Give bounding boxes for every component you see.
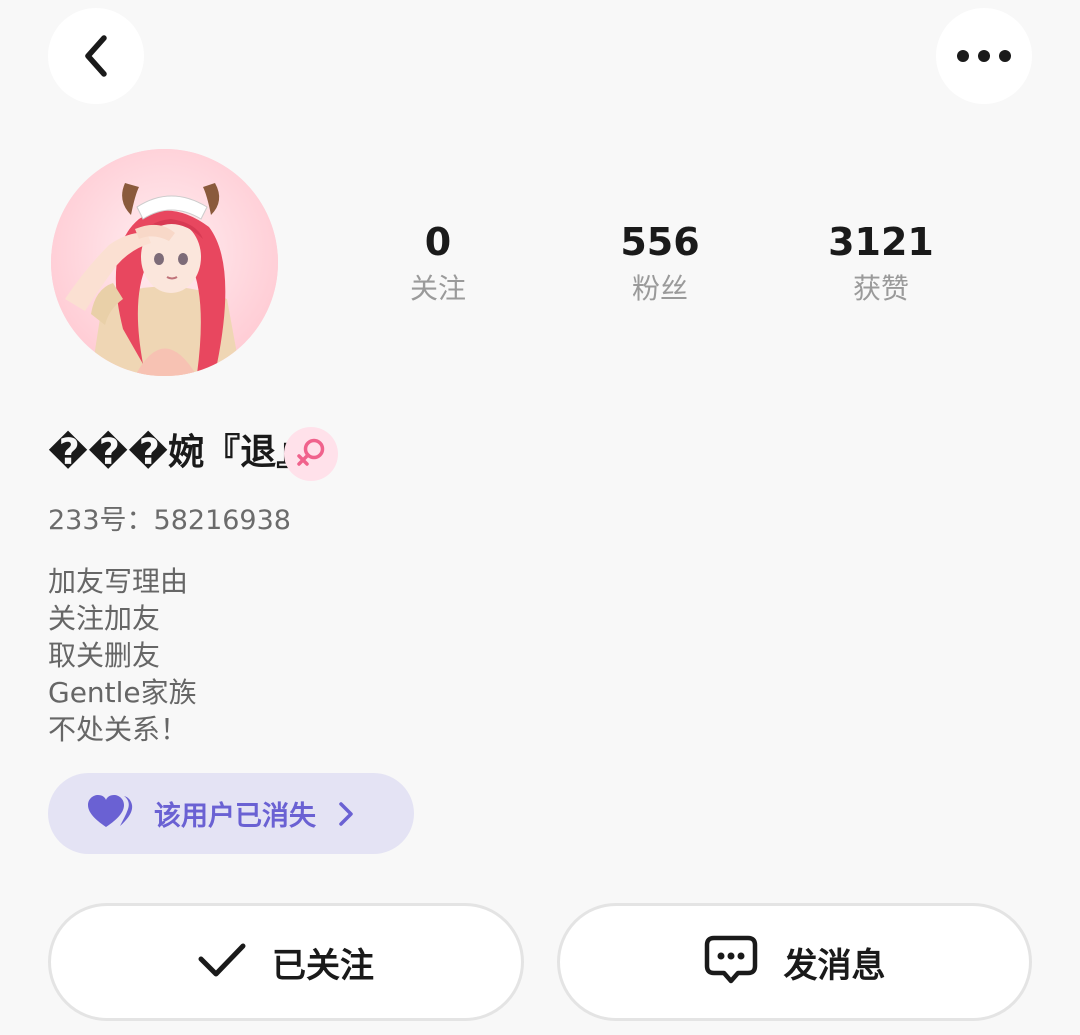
stat-likes-value: 3121 <box>828 220 934 264</box>
user-status-pill[interactable]: 该用户已消失 <box>48 773 414 854</box>
bio-line: 取关删友 <box>48 639 161 672</box>
more-options-button[interactable] <box>936 8 1032 104</box>
user-status-label: 该用户已消失 <box>154 801 316 832</box>
bio: 加友写理由 关注加友 取关删友 Gentle家族 不处关系！ <box>48 563 197 748</box>
chat-bubble-icon <box>704 935 758 989</box>
stat-fans[interactable]: 556 粉丝 <box>560 218 760 308</box>
stat-following-label: 关注 <box>409 272 466 305</box>
gender-badge <box>284 427 338 481</box>
female-icon <box>294 435 328 473</box>
heart-icon <box>88 794 136 833</box>
avatar[interactable] <box>51 149 278 376</box>
checkmark-icon <box>198 942 246 982</box>
user-id: 233号：58216938 <box>48 505 291 536</box>
stat-following[interactable]: 0 关注 <box>338 218 538 308</box>
stat-likes-label: 获赞 <box>852 272 909 305</box>
more-horizontal-icon <box>956 49 1012 63</box>
send-message-button[interactable]: 发消息 <box>557 903 1032 1021</box>
stat-following-value: 0 <box>424 220 452 264</box>
chevron-right-icon <box>338 801 354 827</box>
stat-likes: 3121 获赞 <box>781 218 981 308</box>
bio-line: 加友写理由 <box>48 565 189 598</box>
send-message-button-label: 发消息 <box>783 945 886 986</box>
bio-line: Gentle家族 <box>48 676 197 709</box>
bio-line: 关注加友 <box>48 602 161 635</box>
nickname: ���婉『退』 <box>48 432 313 473</box>
back-button[interactable] <box>48 8 144 104</box>
stat-fans-value: 556 <box>620 220 700 264</box>
chevron-left-icon <box>80 34 112 78</box>
stat-fans-label: 粉丝 <box>631 272 688 305</box>
following-button[interactable]: 已关注 <box>48 903 524 1021</box>
following-button-label: 已关注 <box>272 945 374 986</box>
bio-line: 不处关系！ <box>48 713 189 746</box>
